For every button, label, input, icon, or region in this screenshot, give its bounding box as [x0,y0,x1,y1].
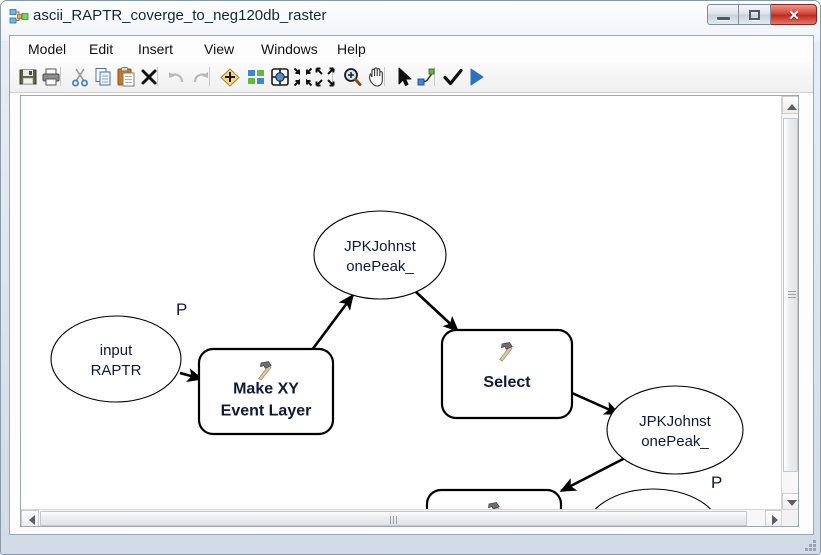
parameter-marker: P [176,300,187,319]
copy-icon[interactable] [91,65,115,89]
menu-insert[interactable]: Insert [133,40,178,58]
zoom-tool-icon[interactable] [340,65,364,89]
minimize-button[interactable] [707,4,739,25]
connect-icon[interactable] [414,65,438,89]
connector-jpkjohnstonepeak-mid-to-point-to-raster[interactable] [559,456,626,493]
application-window: ascii_RAPTR_coverge_to_neg120db_raster ✕… [0,0,821,555]
title-bar: ascii_RAPTR_coverge_to_neg120db_raster ✕ [1,1,821,35]
parameter-marker: P [711,473,722,492]
connector-jpkjohnstonepeak-top-to-select[interactable] [415,291,460,333]
model-diagram: input RAPTRPMake XY Event Layer JPKJohnst on… [50,210,744,511]
zoom-out-extent-icon[interactable] [291,65,315,89]
select-arrow-icon[interactable] [392,65,416,89]
menu-help[interactable]: Help [332,40,371,58]
modelbuilder-icon [9,9,29,24]
minimize-icon [717,17,730,20]
delete-icon[interactable] [137,65,161,89]
node-jpkjohnstonepeak-mid[interactable]: JPKJohnst onePeak_ [606,385,744,475]
horizontal-scrollbar-thumb[interactable] [40,511,747,526]
scroll-left-arrow[interactable] [21,510,39,526]
pan-tool-icon[interactable] [364,65,388,89]
node-output-rssi-raster[interactable]: output rssirasterP [585,473,722,511]
node-input-raptr[interactable]: input RAPTRP [50,300,187,403]
window-title: ascii_RAPTR_coverge_to_neg120db_raster [33,7,327,24]
model-canvas[interactable]: input RAPTR P Make XY Event Layer JPKJohnst on… [21,96,783,511]
maximize-button[interactable] [739,4,771,25]
zoom-in-extent-icon[interactable] [313,65,337,89]
node-label: Select [483,374,531,391]
model-canvas-container: input RAPTR P Make XY Event Layer JPKJohnst on… [20,95,799,527]
node-jpkjohnstonepeak-top[interactable]: JPKJohnst onePeak_ [313,210,447,300]
window-controls: ✕ [707,4,817,27]
validate-icon[interactable] [441,65,465,89]
scroll-up-arrow[interactable] [782,96,798,114]
print-icon[interactable] [39,65,63,89]
connector-select-to-jpkjohnstonepeak-mid[interactable] [571,391,621,416]
close-icon: ✕ [788,7,800,23]
horizontal-scrollbar[interactable] [21,509,783,526]
client-area: Model Edit Insert View Windows Help inpu… [9,35,814,535]
auto-layout-icon[interactable] [244,65,268,89]
close-button[interactable]: ✕ [771,4,817,25]
redo-icon [193,72,208,83]
vertical-scrollbar[interactable] [781,96,798,511]
scrollbar-corner [781,509,798,526]
toolbar [10,62,813,93]
add-data-icon[interactable] [218,65,242,89]
full-extent-icon[interactable] [268,65,292,89]
undo-icon [169,72,184,83]
window-resize-grip[interactable] [803,538,816,551]
menu-windows[interactable]: Windows [256,40,323,58]
node-point-to-raster[interactable]: Point toRaster [425,488,563,511]
maximize-icon [749,10,760,20]
run-icon[interactable] [464,65,488,89]
menu-model[interactable]: Model [23,40,71,58]
node-select[interactable]: Select [440,328,574,420]
cut-icon[interactable] [68,65,92,89]
menu-view[interactable]: View [199,40,239,58]
node-make-xy-event-layer[interactable]: Make XY Event Layer [197,347,335,436]
vertical-scrollbar-thumb[interactable] [783,118,798,472]
menu-bar: Model Edit Insert View Windows Help [10,36,813,62]
save-icon[interactable] [16,65,40,89]
paste-icon[interactable] [114,65,138,89]
menu-edit[interactable]: Edit [84,40,118,58]
